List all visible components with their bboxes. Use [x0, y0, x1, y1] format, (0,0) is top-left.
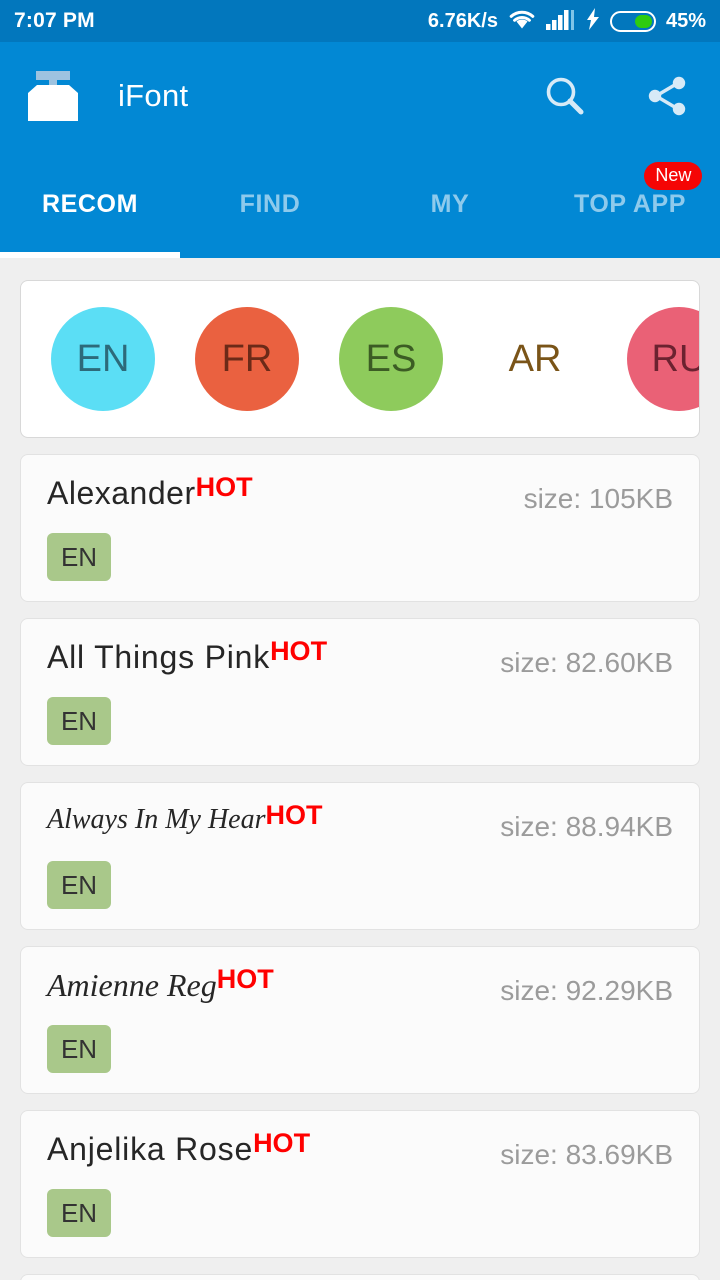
font-name-group: Amienne Reg HOT	[47, 964, 274, 1003]
font-name-group: Anjelika Rose HOT	[47, 1128, 311, 1167]
font-size-label: size: 83.69KB	[500, 1139, 673, 1170]
font-name: All Things Pink	[47, 639, 271, 675]
hot-badge: HOT	[270, 636, 328, 666]
battery-fill	[634, 14, 652, 28]
font-size-label: size: 92.29KB	[500, 975, 673, 1006]
status-bar: 7:07 PM 6.76K/s 45%	[0, 0, 720, 42]
status-indicators: 6.76K/s 45%	[427, 7, 706, 35]
font-list-item[interactable]: Amienne Reg HOT size: 92.29KB EN	[20, 946, 700, 1094]
network-speed: 6.76K/s	[427, 9, 498, 32]
font-name-group: Alexander HOT	[47, 472, 253, 511]
language-circle-fr[interactable]: FR	[195, 307, 299, 411]
cellular-signal-icon	[545, 8, 576, 35]
font-size-label: size: 88.94KB	[500, 811, 673, 842]
font-list-item[interactable]: Alexander HOT size: 105KB EN	[20, 454, 700, 602]
language-circle-ru[interactable]: RU	[627, 307, 699, 411]
tab-my[interactable]: MY	[360, 150, 540, 258]
font-name-group: Always In My Hear HOT	[47, 800, 323, 835]
language-circle-label: RU	[651, 337, 699, 380]
new-badge: New	[644, 162, 703, 190]
app-root: 7:07 PM 6.76K/s 45% iFont RECOM FIND MY …	[0, 0, 720, 1280]
tab-bar: RECOM FIND MY TOP APP New	[0, 150, 720, 258]
charging-bolt-icon	[586, 7, 600, 35]
language-selector: EN FR ES AR RU	[20, 280, 700, 438]
ifont-box-logo-icon	[22, 65, 84, 127]
tab-find-label: FIND	[239, 189, 301, 218]
hot-badge: HOT	[216, 964, 274, 994]
wifi-icon	[508, 8, 536, 35]
font-name: Always In My Hear	[47, 804, 266, 835]
battery-icon	[609, 10, 656, 32]
font-list-item[interactable]: AnnabelleHOTsize: 105KBEN	[20, 1274, 700, 1280]
share-icon[interactable]	[644, 73, 690, 119]
battery-percent: 45%	[665, 9, 706, 32]
font-name: Alexander	[47, 475, 196, 511]
tab-recom[interactable]: RECOM	[0, 150, 180, 258]
language-circle-label: FR	[221, 337, 273, 380]
font-language-tag: EN	[47, 533, 111, 581]
status-time: 7:07 PM	[14, 9, 95, 32]
font-language-tag: EN	[47, 697, 111, 745]
language-circle-label: ES	[365, 337, 417, 380]
font-language-tag: EN	[47, 1189, 111, 1237]
language-circle-label: AR	[508, 337, 562, 380]
tab-find[interactable]: FIND	[180, 150, 360, 258]
tab-recom-label: RECOM	[41, 189, 139, 218]
app-title: iFont	[118, 78, 189, 113]
hot-badge: HOT	[253, 1128, 311, 1158]
font-name: Amienne Reg	[47, 967, 217, 1003]
language-circle-en[interactable]: EN	[51, 307, 155, 411]
tab-top-app-label: TOP APP	[573, 189, 687, 218]
font-language-tag: EN	[47, 1025, 111, 1073]
font-size-label: size: 105KB	[523, 483, 673, 514]
hot-badge: HOT	[195, 472, 253, 502]
font-list: Alexander HOT size: 105KB EN All Things Pink…	[0, 438, 720, 1280]
font-size-label: size: 82.60KB	[500, 647, 673, 678]
app-bar-actions	[542, 73, 698, 119]
language-circle-es[interactable]: ES	[339, 307, 443, 411]
search-icon[interactable]	[542, 73, 588, 119]
font-list-item[interactable]: All Things Pink HOT size: 82.60KB EN	[20, 618, 700, 766]
language-circle-ar[interactable]: AR	[483, 307, 587, 411]
font-language-tag: EN	[47, 861, 111, 909]
hot-badge: HOT	[265, 800, 323, 830]
font-name-group: All Things Pink HOT	[47, 636, 328, 675]
language-circle-label: EN	[76, 337, 130, 380]
font-list-item[interactable]: Anjelika Rose HOT size: 83.69KB EN	[20, 1110, 700, 1258]
tab-my-label: MY	[430, 189, 470, 218]
font-name: Anjelika Rose	[47, 1131, 254, 1167]
font-list-item[interactable]: Always In My Hear HOT size: 88.94KB EN	[20, 782, 700, 930]
app-bar: iFont	[0, 42, 720, 150]
active-tab-indicator	[0, 252, 180, 258]
tab-top-app[interactable]: TOP APP New	[540, 150, 720, 258]
